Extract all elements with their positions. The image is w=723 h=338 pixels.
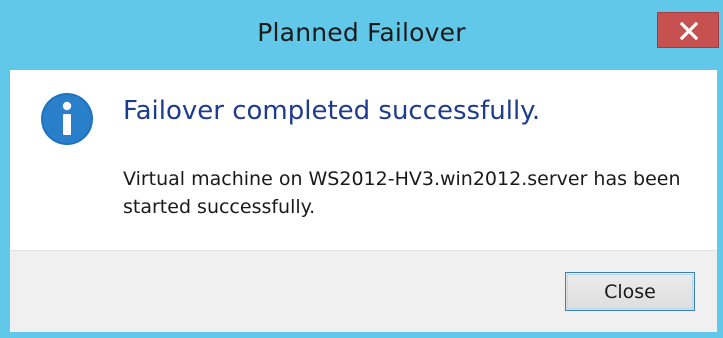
title-bar[interactable]: Planned Failover — [0, 0, 723, 70]
close-button[interactable]: Close — [565, 272, 695, 311]
dialog-footer: Close — [10, 250, 717, 332]
message-body: Virtual machine on WS2012-HV3.win2012.se… — [123, 168, 681, 218]
close-icon — [680, 22, 698, 40]
main-instruction: Failover completed successfully. — [123, 96, 541, 126]
dialog-title: Planned Failover — [257, 18, 466, 47]
dialog-content: Failover completed successfully. Virtual… — [10, 70, 717, 250]
info-icon — [41, 93, 93, 145]
dialog-window: Planned Failover Failover completed succ… — [0, 0, 723, 338]
close-button-label: Close — [604, 280, 656, 303]
window-close-button[interactable] — [657, 12, 719, 48]
